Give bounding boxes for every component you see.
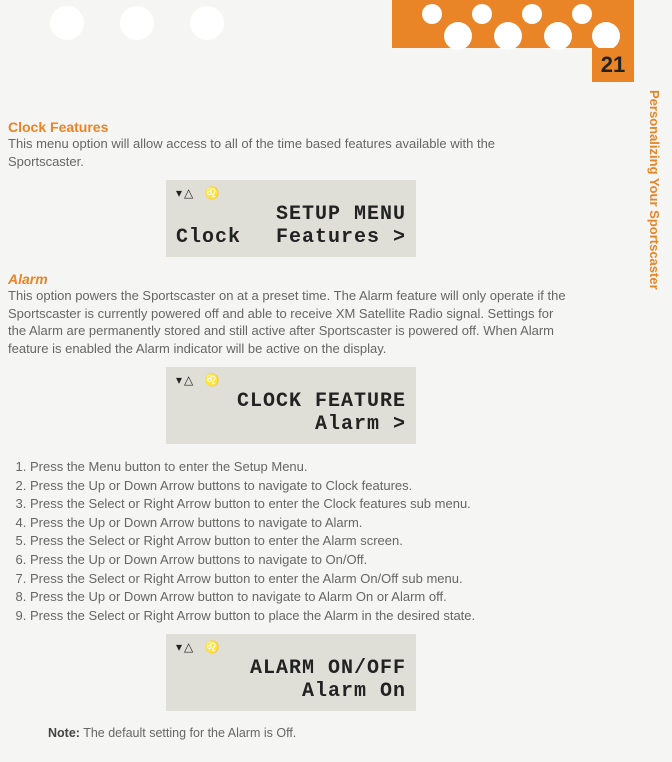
dot-decoration bbox=[120, 6, 154, 40]
step-item: Press the Up or Down Arrow buttons to na… bbox=[30, 514, 574, 532]
dot-decoration bbox=[494, 22, 522, 50]
lcd-line: SETUP MENU bbox=[276, 203, 406, 226]
lcd-status-icons: ▾△ ♌ bbox=[176, 186, 406, 201]
alarm-steps-list: Press the Menu button to enter the Setup… bbox=[8, 458, 574, 624]
lcd-screenshot-2: ▾△ ♌ CLOCK FEATURE Alarm > bbox=[8, 367, 574, 444]
dot-decoration bbox=[472, 4, 492, 24]
clock-features-body: This menu option will allow access to al… bbox=[8, 135, 574, 170]
alarm-body: This option powers the Sportscaster on a… bbox=[8, 287, 574, 357]
top-banner: 21 bbox=[0, 0, 672, 75]
step-item: Press the Select or Right Arrow button t… bbox=[30, 607, 574, 625]
lcd-line: CLOCK FEATURE bbox=[176, 390, 406, 413]
lcd-line: Alarm On bbox=[176, 680, 406, 703]
step-item: Press the Select or Right Arrow button t… bbox=[30, 570, 574, 588]
dot-decoration bbox=[522, 4, 542, 24]
note-label: Note: bbox=[48, 726, 80, 740]
dot-decoration bbox=[190, 6, 224, 40]
lcd-status-icons: ▾△ ♌ bbox=[176, 373, 406, 388]
lcd-line: ALARM ON/OFF bbox=[176, 657, 406, 680]
step-item: Press the Up or Down Arrow buttons to na… bbox=[30, 551, 574, 569]
step-item: Press the Select or Right Arrow button t… bbox=[30, 532, 574, 550]
lcd-status-icons: ▾△ ♌ bbox=[176, 640, 406, 655]
step-item: Press the Up or Down Arrow button to nav… bbox=[30, 588, 574, 606]
note-text: The default setting for the Alarm is Off… bbox=[80, 726, 296, 740]
page-number: 21 bbox=[592, 48, 634, 82]
lcd-screenshot-3: ▾△ ♌ ALARM ON/OFF Alarm On bbox=[8, 634, 574, 711]
clock-features-heading: Clock Features bbox=[8, 119, 574, 135]
dot-decoration bbox=[544, 22, 572, 50]
note: Note: The default setting for the Alarm … bbox=[48, 725, 574, 742]
dot-decoration bbox=[50, 6, 84, 40]
page-content: Clock Features This menu option will all… bbox=[0, 75, 634, 762]
alarm-heading: Alarm bbox=[8, 271, 574, 287]
step-item: Press the Select or Right Arrow button t… bbox=[30, 495, 574, 513]
lcd-screenshot-1: ▾△ ♌ SETUP MENU Clock Features > bbox=[8, 180, 574, 257]
lcd-line: Features > bbox=[276, 226, 406, 249]
dot-decoration bbox=[592, 22, 620, 50]
step-item: Press the Menu button to enter the Setup… bbox=[30, 458, 574, 476]
dot-decoration bbox=[572, 4, 592, 24]
lcd-line: Alarm > bbox=[176, 413, 406, 436]
side-tab-label: Personalizing Your Sportscaster bbox=[634, 82, 672, 382]
dot-decoration bbox=[444, 22, 472, 50]
dot-decoration bbox=[422, 4, 442, 24]
lcd-line: Clock bbox=[176, 226, 241, 249]
step-item: Press the Up or Down Arrow buttons to na… bbox=[30, 477, 574, 495]
